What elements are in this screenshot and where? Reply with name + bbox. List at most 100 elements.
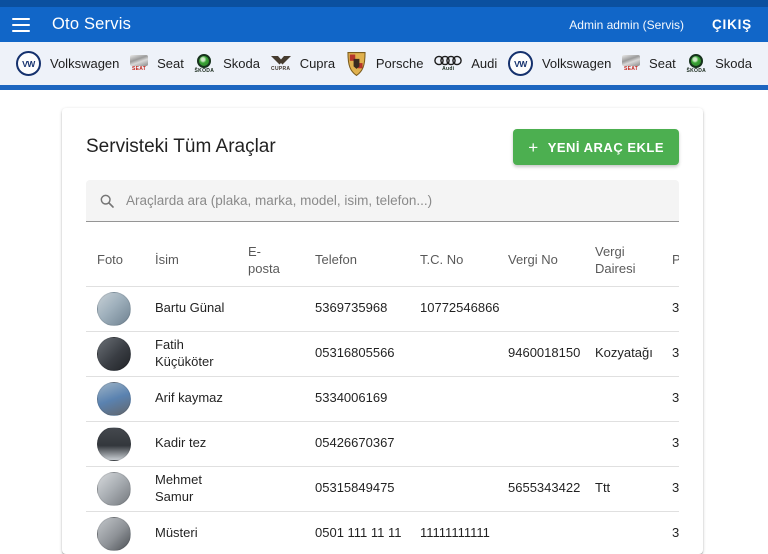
volkswagen-logo-icon: VW xyxy=(507,51,533,76)
vehicle-row[interactable]: Fatih Küçüköter 05316805566 9460018150 K… xyxy=(86,331,679,377)
cupra-logo-icon: CUPRA xyxy=(270,55,291,72)
customer-name: Bartu Günal xyxy=(155,286,248,332)
customer-email xyxy=(248,466,315,512)
brand-item-porsche[interactable]: Porsche xyxy=(346,51,424,76)
customer-vergino xyxy=(508,376,595,422)
customer-name: Kadir tez xyxy=(155,421,248,467)
brand-item-seat-2[interactable]: SEAT Seat xyxy=(622,55,676,72)
customer-vergino xyxy=(508,286,595,332)
vehicle-search-field xyxy=(86,180,679,222)
skoda-logo-icon: ŠKODA xyxy=(195,53,215,74)
customer-tcno xyxy=(420,466,508,512)
customer-phone: 05315849475 xyxy=(315,466,420,512)
vehicle-plate: 3 xyxy=(672,286,679,332)
vehicles-table: Foto İsim E-posta Telefon T.C. No Vergi … xyxy=(86,236,679,554)
brand-label: Audi xyxy=(471,56,498,71)
customer-email xyxy=(248,331,315,377)
column-header-isim: İsim xyxy=(155,236,248,287)
brand-item-skoda[interactable]: ŠKODA Skoda xyxy=(195,53,260,74)
customer-email xyxy=(248,376,315,422)
menu-icon[interactable] xyxy=(12,17,30,32)
brand-item-volkswagen-2[interactable]: VW Volkswagen xyxy=(507,51,612,76)
app-title: Oto Servis xyxy=(52,15,132,33)
customer-name: Arif kaymaz xyxy=(155,376,248,422)
customer-phone: 5334006169 xyxy=(315,376,420,422)
customer-email xyxy=(248,421,315,467)
brand-label: Skoda xyxy=(715,56,752,71)
brand-nav: VW Volkswagen SEAT Seat ŠKODA Skoda CUPR… xyxy=(0,42,768,90)
customer-tcno xyxy=(420,376,508,422)
brand-label: Volkswagen xyxy=(541,56,612,71)
skoda-logo-icon: ŠKODA xyxy=(687,53,707,74)
brand-label: Seat xyxy=(157,56,184,71)
audi-logo-icon: Audi xyxy=(434,55,463,72)
customer-tcno: 11111111111 xyxy=(420,511,508,554)
customer-phone: 0501 111 11 11 xyxy=(315,511,420,554)
customer-vergidairesi: Kozyatağı xyxy=(595,331,672,377)
customer-email xyxy=(248,511,315,554)
column-header-vergino: Vergi No xyxy=(508,236,595,287)
vehicle-row[interactable]: Arif kaymaz 5334006169 3 xyxy=(86,376,679,422)
customer-phone: 05426670367 xyxy=(315,421,420,467)
vehicle-photo xyxy=(97,336,131,371)
customer-vergino: 9460018150 xyxy=(508,331,595,377)
customer-phone: 5369735968 xyxy=(315,286,420,332)
app-bar: Oto Servis Admin admin (Servis) ÇIKIŞ xyxy=(0,0,768,42)
search-icon xyxy=(100,194,114,208)
seat-logo-icon: SEAT xyxy=(130,55,149,72)
plus-icon: + xyxy=(528,137,539,157)
table-header-row: Foto İsim E-posta Telefon T.C. No Vergi … xyxy=(86,236,679,287)
vehicle-row[interactable]: Kadir tez 05426670367 3 xyxy=(86,421,679,467)
logged-in-user: Admin admin (Servis) xyxy=(569,17,684,32)
column-header-plaka: Plaka xyxy=(672,236,679,287)
brand-label: Skoda xyxy=(223,56,260,71)
vehicle-photo xyxy=(97,471,131,506)
brand-label: Volkswagen xyxy=(50,56,120,71)
column-header-foto: Foto xyxy=(86,236,155,287)
vehicle-photo xyxy=(97,426,131,461)
customer-vergino xyxy=(508,421,595,467)
customer-name: Fatih Küçüköter xyxy=(155,331,248,377)
customer-tcno xyxy=(420,331,508,377)
porsche-logo-icon xyxy=(346,51,367,76)
vehicle-row[interactable]: Mehmet Samur 05315849475 5655343422 Ttt … xyxy=(86,466,679,512)
brand-item-cupra[interactable]: CUPRA Cupra xyxy=(270,55,336,72)
vehicle-row[interactable]: Bartu Günal 5369735968 10772546866 3 xyxy=(86,286,679,332)
customer-tcno: 10772546866 xyxy=(420,286,508,332)
brand-item-skoda-2[interactable]: ŠKODA Skoda xyxy=(687,53,752,74)
customer-vergidairesi xyxy=(595,376,672,422)
customer-email xyxy=(248,286,315,332)
customer-name: Mehmet Samur xyxy=(155,466,248,512)
brand-item-volkswagen[interactable]: VW Volkswagen xyxy=(16,51,119,76)
volkswagen-logo-icon: VW xyxy=(16,51,41,76)
brand-label: Seat xyxy=(649,56,676,71)
customer-vergidairesi: Ttt xyxy=(595,466,672,512)
vehicle-row[interactable]: Müsteri 0501 111 11 11 11111111111 3 xyxy=(86,511,679,554)
page-title: Servisteki Tüm Araçlar xyxy=(86,136,276,157)
vehicle-plate: 3 xyxy=(672,376,679,422)
customer-vergidairesi xyxy=(595,511,672,554)
search-input[interactable] xyxy=(126,193,666,208)
customer-tcno xyxy=(420,421,508,467)
vehicle-photo xyxy=(97,291,131,326)
customer-vergino: 5655343422 xyxy=(508,466,595,512)
column-header-tcno: T.C. No xyxy=(420,236,508,287)
column-header-telefon: Telefon xyxy=(315,236,420,287)
customer-phone: 05316805566 xyxy=(315,331,420,377)
vehicle-photo xyxy=(97,381,131,416)
vehicle-plate: 3 xyxy=(672,511,679,554)
column-header-vergidairesi: Vergi Dairesi xyxy=(595,236,672,287)
vehicle-plate: 3 xyxy=(672,421,679,467)
customer-vergidairesi xyxy=(595,286,672,332)
add-vehicle-button[interactable]: + YENİ ARAÇ EKLE xyxy=(513,129,679,165)
vehicle-photo xyxy=(97,516,131,551)
vehicle-plate: 3 xyxy=(672,331,679,377)
brand-label: Porsche xyxy=(375,56,424,71)
logout-button[interactable]: ÇIKIŞ xyxy=(712,17,752,32)
brand-item-audi[interactable]: Audi Audi xyxy=(434,55,497,72)
brand-item-seat[interactable]: SEAT Seat xyxy=(130,55,184,72)
vehicles-card: Servisteki Tüm Araçlar + YENİ ARAÇ EKLE … xyxy=(62,108,703,554)
column-header-eposta: E-posta xyxy=(248,236,315,287)
seat-logo-icon: SEAT xyxy=(622,55,641,72)
brand-label: Cupra xyxy=(299,56,336,71)
